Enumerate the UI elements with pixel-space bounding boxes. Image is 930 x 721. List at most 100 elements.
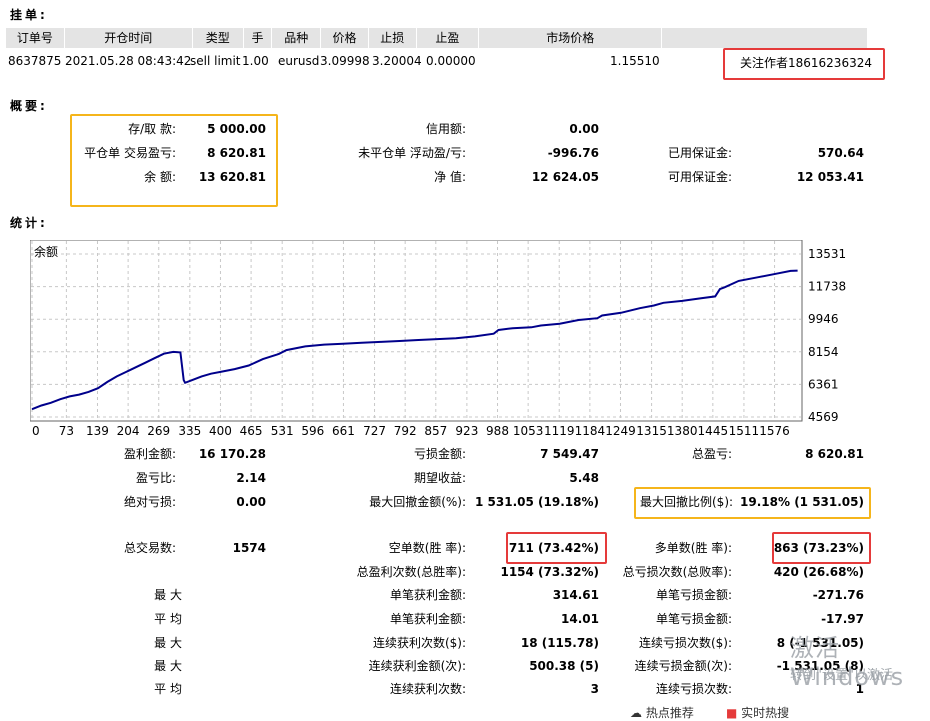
col-lots[interactable]: 手 (243, 28, 273, 48)
orders-section-title: 挂单: (10, 8, 48, 22)
win-trades-label: 总盈利次数(总胜率): (356, 565, 466, 579)
x-tick-label: 400 (209, 424, 232, 438)
margin-label: 已用保证金: (667, 146, 732, 160)
x-tick-label: 1249 (605, 424, 636, 438)
y-tick-label: 9946 (808, 312, 839, 326)
avg-label-1: 平 均 (154, 612, 182, 626)
credit-label: 信用额: (425, 122, 466, 136)
cons-loss-label: 连续亏损次数($): (638, 636, 732, 650)
profit-factor-label: 盈亏比: (135, 471, 176, 485)
total-net-label: 总盈亏: (691, 447, 732, 461)
stats-section-title: 统计: (10, 216, 48, 230)
worst-trade-value: -271.76 (812, 588, 864, 602)
equity-label: 净 值: (434, 170, 466, 184)
expected-payoff-value: 5.48 (569, 471, 599, 485)
x-tick-label: 1511 (729, 424, 760, 438)
gross-profit-label: 盈利金额: (123, 447, 176, 461)
x-tick-label: 0 (32, 424, 40, 438)
col-price[interactable]: 价格 (321, 28, 369, 48)
flame-icon: ■ (726, 706, 738, 720)
order-id: 8637875 (8, 54, 62, 68)
col-extra[interactable] (662, 28, 868, 48)
highlight-long (772, 532, 871, 564)
floating-value: -996.76 (547, 146, 599, 160)
y-tick-label: 8154 (808, 345, 839, 359)
col-type[interactable]: 类型 (192, 28, 244, 48)
summary-section-title: 概要: (10, 99, 48, 113)
hot-news-link[interactable]: ☁ 热点推荐 (630, 704, 694, 721)
y-tick-label: 6361 (808, 377, 839, 391)
highlight-rel-drawdown (634, 487, 871, 519)
max-drawdown-value: 1 531.05 (19.18%) (475, 495, 599, 509)
gross-loss-value: 7 549.47 (540, 447, 599, 461)
avg-loss-value: -17.97 (821, 612, 864, 626)
short-trades-label: 空单数(胜 率): (388, 541, 466, 555)
max-label-2: 最 大 (154, 636, 182, 650)
order-time: 2021.05.28 08:43:42 (65, 54, 192, 68)
order-sl: 3.20004 (372, 54, 422, 68)
activation-watermark-hint: 转到"设置"以激活 (790, 668, 893, 683)
highlight-short (506, 532, 607, 564)
max-label-3: 最 大 (154, 659, 182, 673)
x-tick-label: 531 (271, 424, 294, 438)
highlight-summary (70, 114, 278, 207)
x-tick-label: 727 (363, 424, 386, 438)
total-trades-value: 1574 (232, 541, 266, 555)
x-tick-label: 269 (147, 424, 170, 438)
free-margin-label: 可用保证金: (667, 170, 732, 184)
x-tick-label: 1053 (513, 424, 544, 438)
x-tick-label: 857 (424, 424, 447, 438)
cons-win-value: 18 (115.78) (520, 636, 599, 650)
order-market: 1.15510 (610, 54, 660, 68)
gross-loss-label: 亏损金额: (413, 447, 466, 461)
order-lots: 1.00 (242, 54, 269, 68)
y-tick-label: 13531 (808, 247, 846, 261)
col-symbol[interactable]: 品种 (272, 28, 322, 48)
order-symbol: eurusd (278, 54, 320, 68)
avg-loss-label: 单笔亏损金额: (655, 612, 732, 626)
avg-label-2: 平 均 (154, 682, 182, 696)
y-tick-label: 4569 (808, 410, 839, 424)
y-tick-label: 11738 (808, 280, 846, 294)
x-tick-label: 73 (59, 424, 74, 438)
x-tick-label: 792 (394, 424, 417, 438)
col-sl[interactable]: 止损 (368, 28, 417, 48)
floating-label: 未平仓单 浮动盈/亏: (358, 146, 466, 160)
col-time[interactable]: 开仓时间 (64, 28, 193, 48)
x-tick-label: 1119 (544, 424, 575, 438)
x-tick-label: 139 (86, 424, 109, 438)
gross-profit-value: 16 170.28 (198, 447, 266, 461)
cons-profit-label: 连续获利金额(次): (368, 659, 466, 673)
total-trades-label: 总交易数: (123, 541, 176, 555)
orders-table-header: 订单号 开仓时间 类型 手 品种 价格 止损 止盈 市场价格 (6, 28, 868, 48)
abs-drawdown-value: 0.00 (236, 495, 266, 509)
trending-link[interactable]: ■ 实时热搜 (726, 704, 789, 721)
col-order[interactable]: 订单号 (6, 28, 65, 48)
x-tick-label: 596 (301, 424, 324, 438)
chart-frame (30, 240, 803, 422)
x-tick-label: 1184 (575, 424, 606, 438)
order-tp: 0.00000 (426, 54, 476, 68)
x-tick-label: 988 (486, 424, 509, 438)
margin-value: 570.64 (817, 146, 864, 160)
hot-news-label: 热点推荐 (645, 706, 694, 720)
avg-cons-loss-label: 连续亏损次数: (655, 682, 732, 696)
trending-label: 实时热搜 (741, 706, 790, 720)
profit-factor-value: 2.14 (236, 471, 266, 485)
cons-win-label: 连续获利次数($): (372, 636, 466, 650)
x-axis-labels: 0 73 139 204 269 335 400 465 531 596 661 727 792 857 9… (32, 424, 790, 438)
max-drawdown-label: 最大回撤金额(%): (369, 495, 466, 509)
x-tick-label: 335 (178, 424, 201, 438)
balance-chart[interactable]: 余额 13531 11738 9946 8154 6361 4569 0 73 139 204 2… (30, 240, 910, 440)
best-trade-value: 314.61 (552, 588, 599, 602)
chart-title: 余额 (34, 244, 58, 259)
fire-icon: ☁ (630, 706, 642, 720)
loss-trades-label: 总亏损次数(总败率): (622, 565, 732, 579)
order-type: sell limit (190, 54, 241, 68)
x-tick-label: 1445 (698, 424, 729, 438)
col-market[interactable]: 市场价格 (479, 28, 663, 48)
avg-cons-win-label: 连续获利次数: (389, 682, 466, 696)
highlight-note (723, 48, 885, 80)
avg-cons-win-value: 3 (590, 682, 599, 696)
col-tp[interactable]: 止盈 (416, 28, 480, 48)
